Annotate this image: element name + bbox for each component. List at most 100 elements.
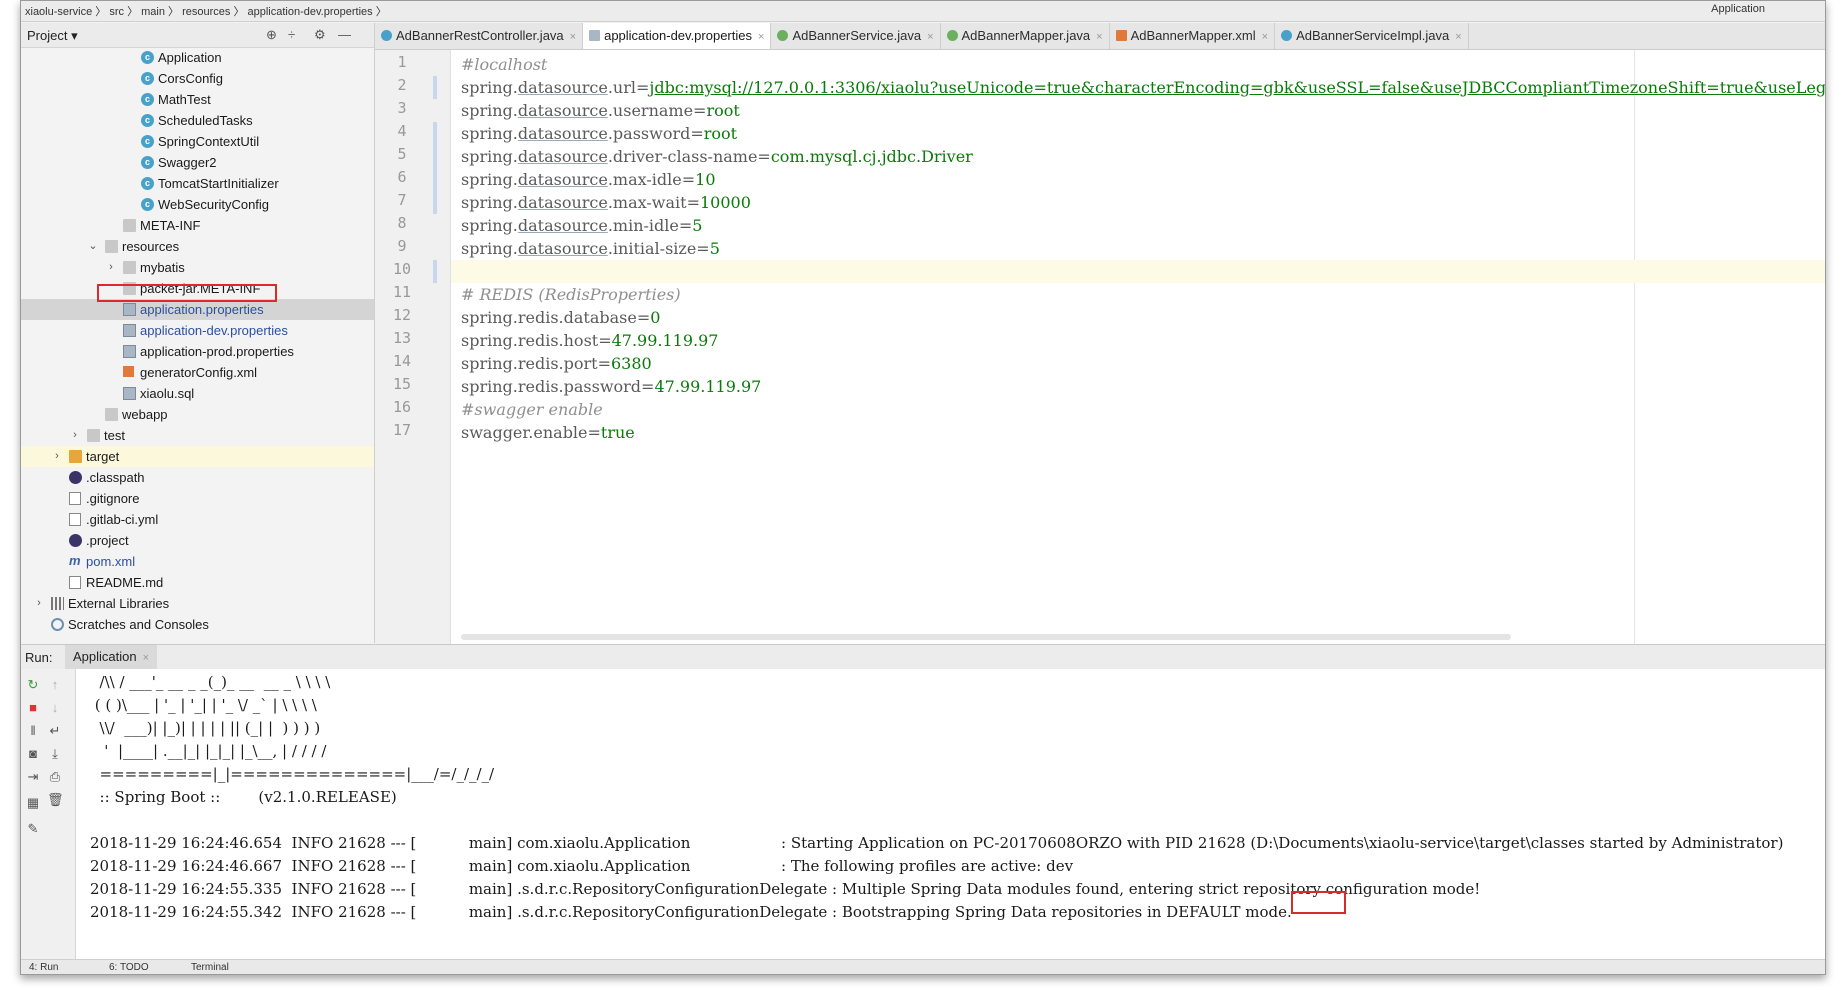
- code-line[interactable]: spring.datasource.url=jdbc:mysql://127.0…: [451, 76, 1825, 99]
- run-config-selector[interactable]: Application: [1711, 3, 1765, 15]
- project-tree: c Application c CorsConfig c MathTest c Schedul…: [21, 47, 374, 635]
- close-icon[interactable]: ×: [1096, 31, 1102, 43]
- chevron-right-icon[interactable]: ›: [105, 257, 117, 278]
- login-icon[interactable]: ⇥: [25, 769, 41, 785]
- collapse-all-icon[interactable]: ÷: [288, 27, 295, 42]
- tree-item[interactable]: m pom.xml: [21, 551, 374, 572]
- tree-item[interactable]: application-prod.properties: [21, 341, 374, 362]
- editor-tab[interactable]: application-dev.properties ×: [583, 23, 772, 49]
- chevron-right-icon[interactable]: ›: [51, 446, 63, 467]
- editor-tab[interactable]: AdBannerService.java ×: [771, 23, 941, 49]
- layout-icon[interactable]: ▦: [25, 795, 41, 811]
- tree-item[interactable]: generatorConfig.xml: [21, 362, 374, 383]
- close-icon[interactable]: ×: [143, 652, 149, 664]
- pin-icon[interactable]: ✎: [25, 821, 41, 837]
- editor-tab[interactable]: AdBannerMapper.xml ×: [1110, 23, 1276, 49]
- scroll-to-end-icon[interactable]: ⤓: [47, 746, 63, 762]
- breadcrumb[interactable]: xiaolu-service 〉 src 〉 main 〉 resources …: [25, 3, 387, 19]
- run-tool-button[interactable]: 4: Run: [29, 962, 58, 973]
- close-icon[interactable]: ×: [1262, 31, 1268, 43]
- code-line[interactable]: spring.datasource.initial-size=5: [451, 237, 1825, 260]
- tree-item[interactable]: c TomcatStartInitializer: [21, 173, 374, 194]
- soft-wrap-icon[interactable]: ↵: [47, 723, 63, 739]
- code-line[interactable]: #swagger enable: [451, 398, 1825, 421]
- close-icon[interactable]: ×: [1455, 31, 1461, 43]
- close-icon[interactable]: ×: [570, 31, 576, 43]
- horizontal-scrollbar[interactable]: [461, 634, 1511, 640]
- code-line[interactable]: spring.datasource.driver-class-name=com.…: [451, 145, 1825, 168]
- code-line[interactable]: spring.datasource.max-idle=10: [451, 168, 1825, 191]
- editor-tab[interactable]: AdBannerServiceImpl.java ×: [1275, 23, 1469, 49]
- trash-icon[interactable]: 🗑: [47, 792, 64, 808]
- tree-item[interactable]: META-INF: [21, 215, 374, 236]
- tree-item[interactable]: Scratches and Consoles: [21, 614, 374, 635]
- tree-item[interactable]: c WebSecurityConfig: [21, 194, 374, 215]
- down-arrow-icon[interactable]: ↓: [47, 700, 63, 716]
- tree-item[interactable]: application.properties: [21, 299, 374, 320]
- property-value: 47.99.119.97: [611, 331, 719, 350]
- tree-item[interactable]: › target: [21, 446, 374, 467]
- gear-icon[interactable]: ⚙: [314, 27, 326, 43]
- rerun-icon[interactable]: ↻: [25, 677, 41, 693]
- tree-item[interactable]: .gitignore: [21, 488, 374, 509]
- tree-item[interactable]: › test: [21, 425, 374, 446]
- tree-item[interactable]: c Application: [21, 47, 374, 68]
- run-panel-header: Run: Application ×: [21, 644, 1825, 670]
- chevron-right-icon[interactable]: ›: [33, 593, 45, 614]
- class-icon: c: [141, 93, 154, 106]
- tree-item[interactable]: c SpringContextUtil: [21, 131, 374, 152]
- print-icon[interactable]: ⎙: [47, 769, 63, 785]
- code-area[interactable]: #localhost spring.datasource.url=jdbc:mys…: [451, 50, 1825, 644]
- project-view-selector[interactable]: Project ▾: [27, 28, 78, 44]
- close-icon[interactable]: ×: [927, 31, 933, 43]
- code-line[interactable]: spring.datasource.max-wait=10000: [451, 191, 1825, 214]
- tree-item[interactable]: › External Libraries: [21, 593, 374, 614]
- editor-tab-label: AdBannerMapper.java: [961, 28, 1091, 43]
- chevron-down-icon[interactable]: ⌄: [87, 236, 99, 257]
- code-line[interactable]: #localhost: [451, 53, 1825, 76]
- tree-item[interactable]: xiaolu.sql: [21, 383, 374, 404]
- run-tab-application[interactable]: Application ×: [65, 645, 158, 669]
- todo-tool-button[interactable]: 6: TODO: [109, 962, 149, 973]
- code-line[interactable]: spring.datasource.username=root: [451, 99, 1825, 122]
- pause-icon[interactable]: ‖: [25, 723, 41, 739]
- camera-icon[interactable]: ◙: [25, 746, 41, 762]
- class-icon: c: [141, 198, 154, 211]
- chevron-right-icon[interactable]: ›: [69, 425, 81, 446]
- interface-icon: [946, 30, 958, 41]
- tree-item-label: ScheduledTasks: [158, 113, 253, 128]
- tree-item[interactable]: webapp: [21, 404, 374, 425]
- tree-item[interactable]: application-dev.properties: [21, 320, 374, 341]
- tree-item[interactable]: › mybatis: [21, 257, 374, 278]
- tree-item[interactable]: c CorsConfig: [21, 68, 374, 89]
- code-line[interactable]: spring.redis.host=47.99.119.97: [451, 329, 1825, 352]
- terminal-tool-button[interactable]: Terminal: [191, 962, 229, 973]
- editor-tab[interactable]: AdBannerMapper.java ×: [941, 23, 1110, 49]
- code-line[interactable]: spring.datasource.min-idle=5: [451, 214, 1825, 237]
- close-icon[interactable]: ×: [758, 31, 764, 43]
- code-line[interactable]: spring.redis.password=47.99.119.97: [451, 375, 1825, 398]
- code-line[interactable]: spring.redis.database=0: [451, 306, 1825, 329]
- property-value: jdbc:mysql://127.0.0.1:3306/xiaolu?useUn…: [649, 78, 1826, 97]
- code-line[interactable]: [451, 260, 1825, 283]
- tree-item[interactable]: .gitlab-ci.yml: [21, 509, 374, 530]
- tree-item[interactable]: ⌄ resources: [21, 236, 374, 257]
- code-line[interactable]: spring.datasource.password=root: [451, 122, 1825, 145]
- tree-item[interactable]: .project: [21, 530, 374, 551]
- locate-icon[interactable]: ⊕: [266, 27, 277, 43]
- hide-panel-icon[interactable]: —: [338, 27, 351, 42]
- up-arrow-icon[interactable]: ↑: [47, 677, 63, 693]
- code-line[interactable]: # REDIS (RedisProperties): [451, 283, 1825, 306]
- tree-item[interactable]: c ScheduledTasks: [21, 110, 374, 131]
- tree-item[interactable]: README.md: [21, 572, 374, 593]
- code-line[interactable]: swagger.enable=true: [451, 421, 1825, 444]
- editor-tab[interactable]: AdBannerRestController.java ×: [375, 23, 584, 49]
- code-editor[interactable]: 1 2 3 4 5 6 7 8 9 10 11 12 13 14 15 16 17 #localhost spri…: [375, 50, 1825, 644]
- tree-item[interactable]: c Swagger2: [21, 152, 374, 173]
- stop-icon[interactable]: ■: [25, 700, 41, 716]
- tree-item[interactable]: c MathTest: [21, 89, 374, 110]
- code-line[interactable]: spring.redis.port=6380: [451, 352, 1825, 375]
- console-banner-line: \\/ ___)| |_)| | | | | || (_| | ) ) ) ): [90, 719, 321, 737]
- console-output[interactable]: /\\ / ___'_ __ _ _(_)_ __ __ _ \ \ \ \ (…: [76, 669, 1825, 959]
- tree-item[interactable]: .classpath: [21, 467, 374, 488]
